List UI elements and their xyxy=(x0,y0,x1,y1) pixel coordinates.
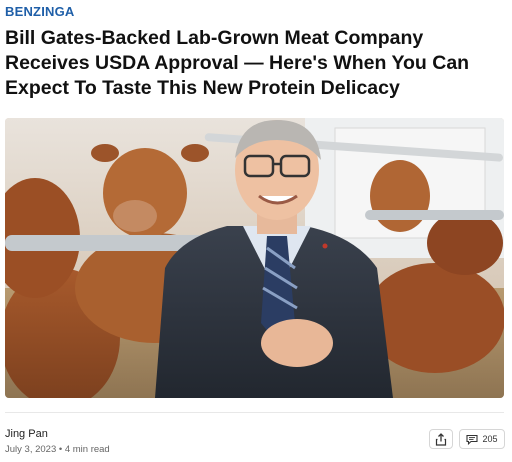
share-icon xyxy=(435,432,447,446)
publisher-logo[interactable]: BENZINGA xyxy=(5,4,75,19)
share-button[interactable] xyxy=(429,429,453,449)
comment-count: 205 xyxy=(482,434,498,444)
hero-photo-illustration xyxy=(5,118,504,398)
byline-divider xyxy=(5,412,504,413)
article-headline: Bill Gates-Backed Lab-Grown Meat Company… xyxy=(5,27,470,99)
hero-image xyxy=(5,118,504,398)
comment-icon xyxy=(466,434,479,445)
publish-date-read-time: July 3, 2023 • 4 min read xyxy=(5,444,110,455)
author-name[interactable]: Jing Pan xyxy=(5,428,48,440)
comments-button[interactable]: 205 xyxy=(459,429,505,449)
